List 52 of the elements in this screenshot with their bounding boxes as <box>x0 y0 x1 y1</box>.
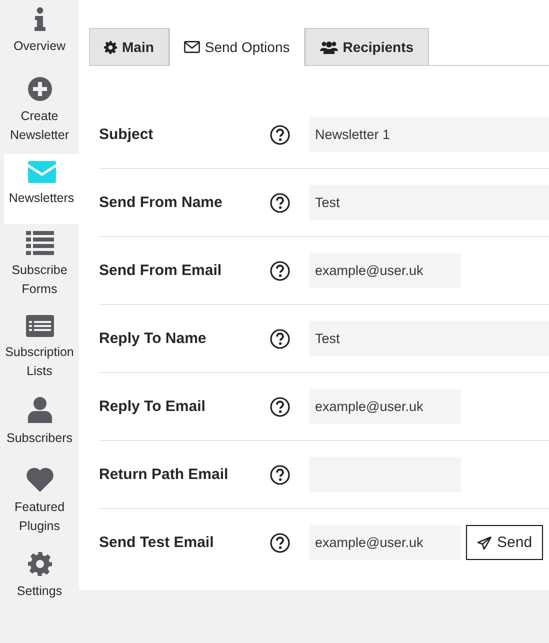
sidebar-label: Settings <box>16 583 64 600</box>
sidebar-label: Create Newsletter <box>8 108 70 144</box>
help-icon[interactable] <box>270 396 290 416</box>
help-icon[interactable] <box>270 532 290 552</box>
input-field[interactable]: example@user.uk <box>309 389 461 424</box>
sidebar-label: Subscribe Forms <box>10 262 68 298</box>
field-label: Send From Email <box>99 262 223 279</box>
tab[interactable]: Main <box>89 28 169 65</box>
plus-icon <box>28 77 52 101</box>
sidebar-label: Featured Plugins <box>13 499 66 535</box>
help-icon[interactable] <box>270 124 290 144</box>
input-field[interactable]: Test <box>309 321 549 356</box>
sidebar-item[interactable]: Subscribe Forms <box>0 224 79 308</box>
input-field[interactable]: Newsletter 1 <box>309 117 549 152</box>
list-card-icon <box>26 315 54 337</box>
gear-icon <box>104 40 117 54</box>
sidebar-item[interactable]: Overview <box>0 0 79 70</box>
help-icon[interactable] <box>270 328 290 348</box>
input-field[interactable]: Test <box>309 185 549 220</box>
list-icon <box>26 231 54 255</box>
sidebar-label: Overview <box>12 38 67 55</box>
sidebar-item[interactable]: Create Newsletter <box>0 70 79 154</box>
sidebar-item[interactable]: Featured Plugins <box>0 460 79 545</box>
info-icon <box>34 7 46 31</box>
tab[interactable]: Recipients <box>304 28 429 65</box>
field-label: Send From Name <box>99 194 224 211</box>
users-icon <box>320 40 338 54</box>
sidebar-label: Subscribers <box>6 430 74 447</box>
help-icon[interactable] <box>270 192 290 212</box>
field-label: Reply To Name <box>99 330 208 347</box>
sidebar-label: Newsletters <box>8 190 76 207</box>
field-label: Subject <box>99 126 154 143</box>
input-field[interactable]: example@user.uk <box>309 253 461 288</box>
paper-plane-icon <box>477 536 492 550</box>
input-field[interactable]: example@user.uk <box>309 525 461 560</box>
send-button[interactable]: Send <box>466 525 544 560</box>
sidebar-item[interactable]: Subscription Lists <box>0 308 79 390</box>
sidebar-item[interactable]: Subscribers <box>0 390 79 460</box>
heart-icon <box>26 467 54 492</box>
envelope-icon <box>184 41 200 53</box>
sidebar-item[interactable]: Settings <box>0 545 79 615</box>
tab[interactable]: Send Options <box>168 28 305 66</box>
help-icon[interactable] <box>270 464 290 484</box>
field-label: Reply To Email <box>99 398 206 415</box>
field-label: Send Test Email <box>99 534 215 551</box>
envelope-icon <box>28 161 56 183</box>
sidebar-item[interactable]: Newsletters <box>4 154 79 224</box>
help-icon[interactable] <box>270 260 290 280</box>
person-icon <box>28 397 52 423</box>
field-label: Return Path Email <box>99 466 230 483</box>
sidebar-label: Subscription Lists <box>4 344 75 380</box>
gear-icon <box>28 552 52 576</box>
